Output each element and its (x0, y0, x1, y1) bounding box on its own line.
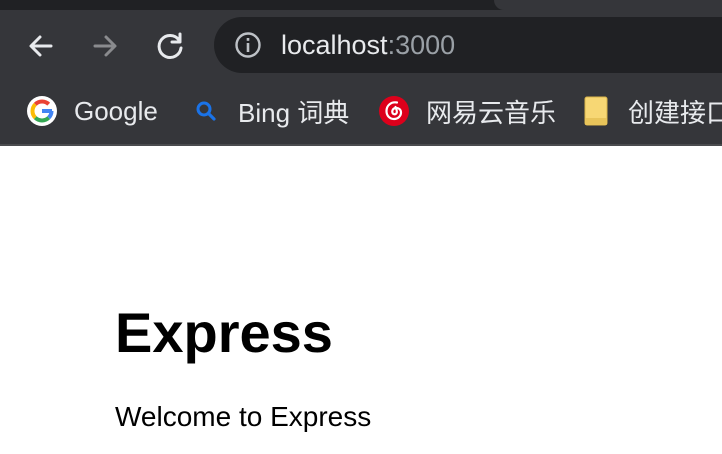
reload-icon (157, 32, 183, 59)
back-button[interactable] (19, 24, 63, 68)
bookmark-folder-create-api[interactable]: 创建接口 (580, 80, 722, 142)
url-text[interactable]: localhost:3000 (281, 28, 455, 62)
search-icon (190, 95, 222, 127)
arrow-right-icon (93, 35, 117, 57)
info-icon[interactable] (234, 31, 262, 59)
bookmark-label: Google (74, 95, 158, 126)
netease-music-icon (378, 95, 410, 127)
bookmark-netease-music[interactable]: 网易云音乐 (378, 80, 556, 142)
bookmark-label: 网易云音乐 (426, 97, 557, 128)
arrow-left-icon (29, 35, 53, 57)
active-tab[interactable] (494, 0, 722, 10)
forward-button[interactable] (83, 24, 127, 68)
page-title: Express (115, 301, 333, 364)
url-host: localhost (281, 30, 388, 60)
tab-strip (0, 0, 722, 10)
bookmark-label: 创建接口 (628, 97, 722, 128)
browser-toolbar: localhost:3000 (0, 10, 722, 80)
folder-icon (580, 95, 612, 127)
bookmarks-bar: Google Bing 词典 网易云音乐 创建接口 (0, 80, 722, 146)
browser-window: localhost:3000 Google Bing 词典 网易云音乐 创建接口… (0, 0, 722, 454)
address-bar[interactable]: localhost:3000 (214, 17, 722, 73)
bookmark-google[interactable]: Google (26, 80, 158, 142)
google-icon (26, 95, 58, 127)
reload-button[interactable] (148, 24, 192, 68)
welcome-text: Welcome to Express (115, 401, 372, 432)
bookmark-label: Bing 词典 (238, 97, 350, 128)
bookmark-bing-dictionary[interactable]: Bing 词典 (190, 80, 349, 142)
url-port: :3000 (387, 30, 456, 60)
page-content: Express Welcome to Express (0, 146, 722, 454)
